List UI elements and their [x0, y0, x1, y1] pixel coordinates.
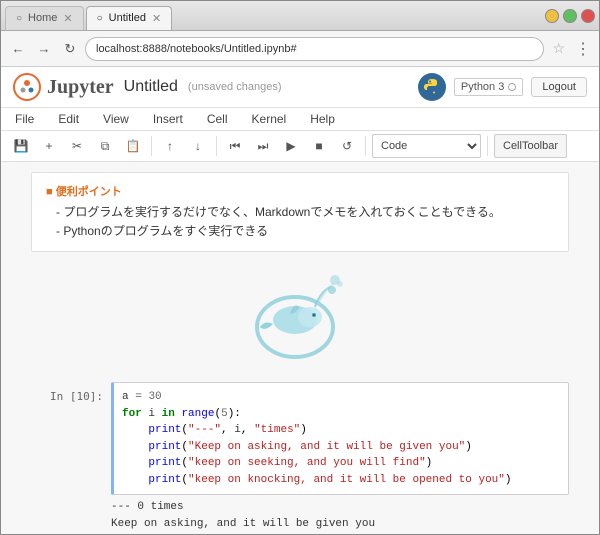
copy-cell-button[interactable]: ⧉ — [93, 134, 117, 158]
code-line-1: a = 30 — [122, 389, 560, 406]
tab-untitled[interactable]: ○ Untitled ✕ — [86, 6, 173, 30]
cell-prompt: In [10]: — [31, 382, 111, 495]
jupyter-image-area — [31, 262, 569, 382]
close-button[interactable] — [581, 9, 595, 23]
menu-bar: File Edit View Insert Cell Kernel Help — [1, 108, 599, 131]
header-right: Python 3 Logout — [418, 73, 587, 101]
address-bar: ← → ↻ ☆ ⋮ — [1, 31, 599, 67]
cut-cell-button[interactable]: ✂ — [65, 134, 89, 158]
run-next-button[interactable]: ⏭ — [251, 134, 275, 158]
notebook-area[interactable]: ■ 便利ポイント プログラムを実行するだけでなく、Markdownでメモを入れて… — [1, 162, 599, 534]
toolbar: 💾 + ✂ ⧉ 📋 ↑ ↓ ⏮ ⏭ ▶ ■ ↺ Code Markdown Ra… — [1, 131, 599, 162]
close-tab-home[interactable]: ✕ — [63, 12, 72, 25]
bookmark-icon[interactable]: ☆ — [548, 40, 569, 57]
markdown-header: ■ 便利ポイント — [46, 183, 554, 199]
output-prompt — [31, 495, 111, 534]
logout-button[interactable]: Logout — [531, 77, 587, 97]
header-bullet: ■ — [46, 186, 56, 198]
cell-toolbar-button[interactable]: CellToolbar — [494, 134, 567, 158]
restart-button[interactable]: ↺ — [335, 134, 359, 158]
jupyter-header: Jupyter Untitled (unsaved changes) Pytho… — [1, 67, 599, 108]
menu-insert[interactable]: Insert — [149, 110, 187, 128]
code-line-6: print("keep on knocking, and it will be … — [122, 472, 560, 489]
markdown-list: プログラムを実行するだけでなく、Markdownでメモを入れておくこともできる。… — [46, 203, 554, 241]
menu-edit[interactable]: Edit — [54, 110, 83, 128]
address-input[interactable] — [85, 37, 544, 61]
move-up-button[interactable]: ↑ — [158, 134, 182, 158]
window-controls — [545, 9, 595, 23]
cell-output: --- 0 times Keep on asking, and it will … — [31, 495, 569, 534]
paste-cell-button[interactable]: 📋 — [121, 134, 145, 158]
code-line-2: for i in range(5): — [122, 406, 560, 423]
move-down-button[interactable]: ↓ — [186, 134, 210, 158]
minimize-button[interactable] — [545, 9, 559, 23]
jupyter-whale-logo — [235, 272, 365, 362]
interrupt-button[interactable]: ■ — [307, 134, 331, 158]
tab-untitled-icon: ○ — [97, 13, 103, 24]
back-button[interactable]: ← — [7, 38, 29, 60]
code-cell: In [10]: a = 30 for i in range(5): print… — [31, 382, 569, 495]
add-cell-button[interactable]: + — [37, 134, 61, 158]
python-icon — [418, 73, 446, 101]
separator-2 — [216, 136, 217, 156]
menu-help[interactable]: Help — [306, 110, 339, 128]
notebook-content: ■ 便利ポイント プログラムを実行するだけでなく、Markdownでメモを入れて… — [1, 162, 599, 534]
output-line-3: keep on seeking, and you will find — [111, 532, 569, 534]
tab-untitled-label: Untitled — [109, 12, 146, 24]
output-line-2: Keep on asking, and it will be given you — [111, 516, 569, 533]
jupyter-logo: Jupyter — [13, 73, 114, 101]
markdown-item-1: プログラムを実行するだけでなく、Markdownでメモを入れておくこともできる。 — [56, 203, 554, 222]
markdown-item-2: Pythonのプログラムをすぐ実行できる — [56, 222, 554, 241]
separator-4 — [487, 136, 488, 156]
run-prev-button[interactable]: ⏮ — [223, 134, 247, 158]
cell-input[interactable]: a = 30 for i in range(5): print("---", i… — [111, 382, 569, 495]
refresh-button[interactable]: ↻ — [59, 38, 81, 60]
markdown-header-text: 便利ポイント — [56, 186, 122, 198]
maximize-button[interactable] — [563, 9, 577, 23]
tab-bar: ○ Home ✕ ○ Untitled ✕ — [5, 2, 172, 30]
title-bar: ○ Home ✕ ○ Untitled ✕ — [1, 1, 599, 31]
run-button[interactable]: ▶ — [279, 134, 303, 158]
menu-kernel[interactable]: Kernel — [248, 110, 291, 128]
kernel-status: Python 3 — [454, 78, 523, 96]
separator-3 — [365, 136, 366, 156]
browser-menu-icon[interactable]: ⋮ — [573, 39, 593, 59]
browser-window: ○ Home ✕ ○ Untitled ✕ ← → ↻ ☆ ⋮ — [0, 0, 600, 535]
cell-type-select[interactable]: Code Markdown Raw NBConvert — [372, 134, 481, 158]
forward-button[interactable]: → — [33, 38, 55, 60]
code-line-3: print("---", i, "times") — [122, 422, 560, 439]
unsaved-indicator: (unsaved changes) — [188, 81, 282, 93]
tab-home[interactable]: ○ Home ✕ — [5, 6, 84, 30]
code-line-4: print("Keep on asking, and it will be gi… — [122, 439, 560, 456]
jupyter-logo-text: Jupyter — [47, 76, 114, 99]
kernel-dot — [508, 83, 516, 91]
output-line-1: --- 0 times — [111, 499, 569, 516]
jupyter-logo-icon — [13, 73, 41, 101]
menu-view[interactable]: View — [99, 110, 133, 128]
menu-file[interactable]: File — [11, 110, 38, 128]
separator-1 — [151, 136, 152, 156]
markdown-cell: ■ 便利ポイント プログラムを実行するだけでなく、Markdownでメモを入れて… — [31, 172, 569, 252]
save-button[interactable]: 💾 — [9, 134, 33, 158]
output-content: --- 0 times Keep on asking, and it will … — [111, 495, 569, 534]
close-tab-untitled[interactable]: ✕ — [152, 12, 161, 25]
notebook-name[interactable]: Untitled — [124, 78, 178, 96]
tab-home-icon: ○ — [16, 13, 22, 24]
kernel-label: Python 3 — [461, 81, 504, 93]
code-line-5: print("keep on seeking, and you will fin… — [122, 455, 560, 472]
tab-home-label: Home — [28, 12, 57, 24]
menu-cell[interactable]: Cell — [203, 110, 232, 128]
